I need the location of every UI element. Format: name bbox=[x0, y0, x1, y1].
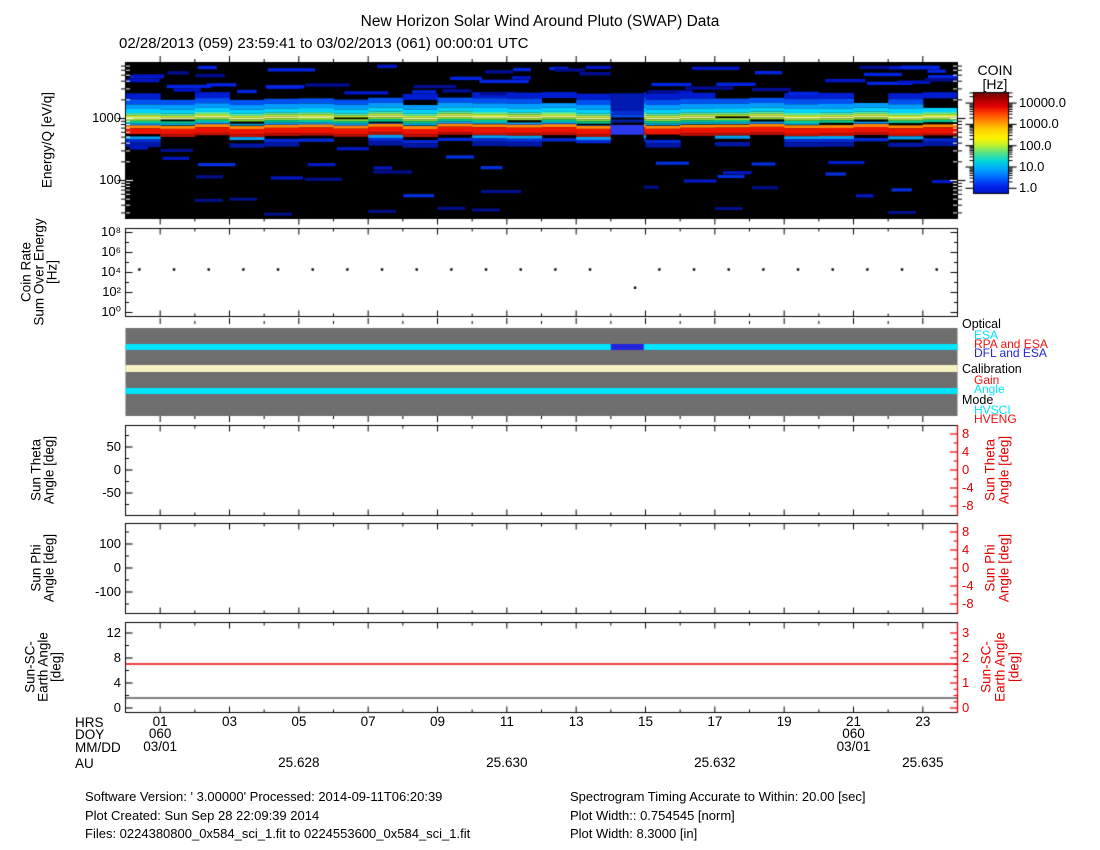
sun-earth-left-tick-label: 0 bbox=[77, 701, 121, 715]
spectrogram-y-axis-title: Energy/Q [eV/q] bbox=[40, 92, 54, 188]
sun-earth-y-axis-title-line3: [deg] bbox=[49, 652, 63, 682]
sun-phi-left-tick-label: 100 bbox=[77, 537, 121, 551]
hour-label: 09 bbox=[418, 715, 458, 729]
hour-label: 13 bbox=[556, 715, 596, 729]
sun-phi-right-tick-label: 8 bbox=[962, 525, 969, 539]
hour-label: 07 bbox=[348, 715, 388, 729]
au-label: 25.630 bbox=[479, 756, 535, 770]
sun-theta-left-tick-label: 0 bbox=[77, 463, 121, 477]
spectrogram-ytick-label: 100 bbox=[77, 173, 121, 187]
sun-phi-y-axis-title-line2: Angle [deg] bbox=[42, 534, 56, 602]
hour-label: 05 bbox=[279, 715, 319, 729]
sun-phi-right-axis-title-line2: Angle [deg] bbox=[997, 534, 1011, 602]
sun-earth-left-tick-label: 8 bbox=[77, 651, 121, 665]
hour-label: 19 bbox=[764, 715, 804, 729]
sun-earth-right-axis-title-line3: [deg] bbox=[1007, 652, 1021, 682]
footer-files: Files: 0224380800_0x584_sci_1.fit to 022… bbox=[85, 826, 470, 841]
sun-phi-right-tick-label: 4 bbox=[962, 543, 969, 557]
sun-theta-right-tick-label: -4 bbox=[962, 481, 974, 495]
sun-theta-right-tick-label: 8 bbox=[962, 427, 969, 441]
hour-label: 17 bbox=[695, 715, 735, 729]
coin-rate-ytick-label: 10² bbox=[77, 285, 121, 299]
colorbar-tick-label: 1.0 bbox=[1019, 181, 1037, 195]
sun-theta-left-tick-label: -50 bbox=[77, 486, 121, 500]
sun-earth-left-tick-label: 12 bbox=[77, 626, 121, 640]
legend-item-dfl-and-esa: DFL and ESA bbox=[974, 347, 1047, 360]
footer-plot-width-in: Plot Width: 8.3000 [in] bbox=[570, 826, 697, 841]
coin-rate-y-axis-title-line3: [Hz] bbox=[45, 260, 59, 284]
colorbar-tick-label: 100.0 bbox=[1019, 139, 1052, 153]
mmdd-label: 03/01 bbox=[136, 740, 184, 754]
sun-theta-right-axis-title-line2: Angle [deg] bbox=[997, 436, 1011, 504]
footer-plot-created: Plot Created: Sun Sep 28 22:09:39 2014 bbox=[85, 808, 319, 823]
sun-earth-right-tick-label: 0 bbox=[962, 701, 969, 715]
sun-phi-left-tick-label: -100 bbox=[77, 585, 121, 599]
x-axis-row-label-au: AU bbox=[75, 756, 94, 771]
au-label: 25.632 bbox=[687, 756, 743, 770]
mmdd-label: 03/01 bbox=[830, 740, 878, 754]
legend-item-hveng: HVENG bbox=[974, 413, 1017, 426]
hour-label: 11 bbox=[487, 715, 527, 729]
sun-theta-right-axis-title-line1: Sun Theta bbox=[983, 439, 997, 501]
swap-plot-page: New Horizon Solar Wind Around Pluto (SWA… bbox=[0, 0, 1100, 850]
colorbar-tick-label: 1000.0 bbox=[1019, 117, 1059, 131]
coin-rate-ytick-label: 10⁴ bbox=[77, 265, 121, 279]
au-label: 25.635 bbox=[895, 756, 951, 770]
sun-earth-left-tick-label: 4 bbox=[77, 676, 121, 690]
sun-earth-right-tick-label: 3 bbox=[962, 626, 969, 640]
colorbar-units: [Hz] bbox=[965, 76, 1025, 92]
coin-rate-ytick-label: 10⁶ bbox=[77, 245, 121, 259]
colorbar-tick-label: 10.0 bbox=[1019, 160, 1044, 174]
sun-phi-right-tick-label: -8 bbox=[962, 597, 974, 611]
sun-earth-right-axis-title-line1: Sun-SC- bbox=[979, 641, 993, 693]
sun-theta-y-axis-title-line2: Angle [deg] bbox=[42, 436, 56, 504]
sun-earth-right-tick-label: 1 bbox=[962, 676, 969, 690]
coin-rate-ytick-label: 10⁰ bbox=[77, 305, 121, 319]
hour-label: 23 bbox=[903, 715, 943, 729]
sun-theta-right-tick-label: 4 bbox=[962, 445, 969, 459]
sun-theta-right-tick-label: -8 bbox=[962, 499, 974, 513]
sun-theta-right-tick-label: 0 bbox=[962, 463, 969, 477]
au-label: 25.628 bbox=[271, 756, 327, 770]
sun-phi-right-axis-title-line1: Sun Phi bbox=[983, 544, 997, 591]
sun-phi-right-tick-label: 0 bbox=[962, 561, 969, 575]
coin-rate-ytick-label: 10⁸ bbox=[77, 225, 121, 239]
footer-software-version: Software Version: ' 3.00000' Processed: … bbox=[85, 789, 442, 804]
footer-timing-accuracy: Spectrogram Timing Accurate to Within: 2… bbox=[570, 789, 866, 804]
footer-plot-width-norm: Plot Width:: 0.754545 [norm] bbox=[570, 808, 735, 823]
spectrogram-ytick-label: 1000 bbox=[77, 111, 121, 125]
x-axis-row-label-mmdd: MM/DD bbox=[75, 740, 121, 755]
plot-title: New Horizon Solar Wind Around Pluto (SWA… bbox=[240, 13, 840, 31]
sun-earth-right-axis-title-line2: Earth Angle bbox=[993, 632, 1007, 702]
sun-theta-left-tick-label: 50 bbox=[77, 440, 121, 454]
plot-subtitle: 02/28/2013 (059) 23:59:41 to 03/02/2013 … bbox=[119, 35, 528, 52]
colorbar-tick-label: 10000.0 bbox=[1019, 96, 1066, 110]
sun-earth-right-tick-label: 2 bbox=[962, 651, 969, 665]
hour-label: 15 bbox=[626, 715, 666, 729]
sun-phi-left-tick-label: 0 bbox=[77, 561, 121, 575]
hour-label: 03 bbox=[210, 715, 250, 729]
sun-phi-right-tick-label: -4 bbox=[962, 579, 974, 593]
